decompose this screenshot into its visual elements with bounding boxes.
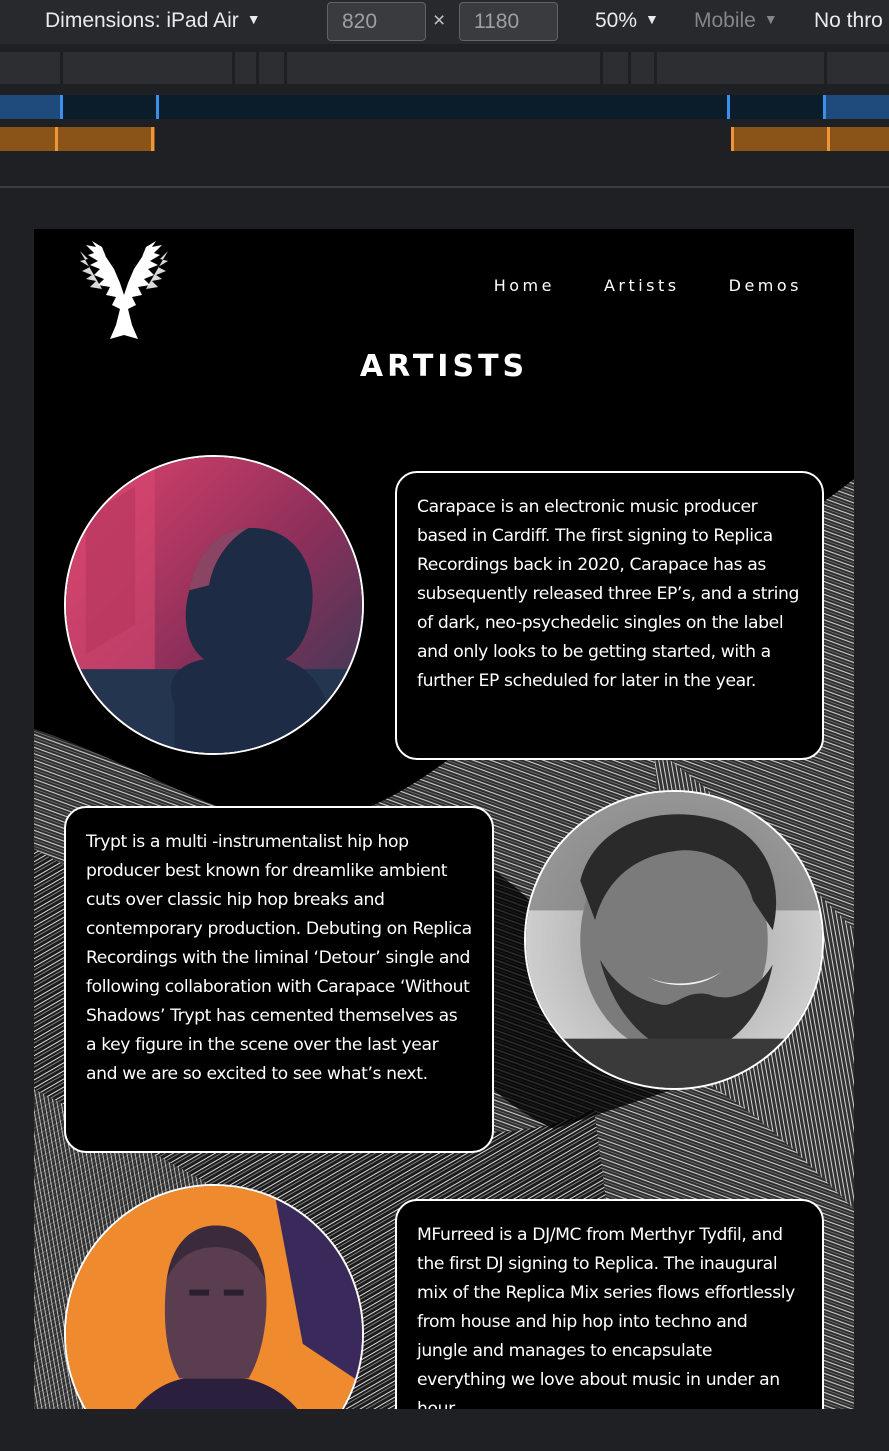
ruler-divider (600, 52, 603, 84)
toolbar-divider (0, 186, 889, 188)
media-query-bar-max-width[interactable] (0, 95, 889, 119)
media-query-bar-min-width[interactable] (0, 127, 889, 151)
device-viewport[interactable]: Home Artists Demos ARTISTS Carapace is a… (34, 229, 854, 1409)
ruler-divider (256, 52, 259, 84)
chevron-down-icon: ▼ (763, 11, 778, 27)
device-mode-dropdown[interactable]: Mobile ▼ (694, 9, 778, 33)
media-query-edge (60, 95, 63, 119)
page-title: ARTISTS (359, 349, 529, 384)
height-input[interactable]: 1180 (459, 2, 558, 41)
device-preset-ruler[interactable] (0, 52, 889, 84)
times-icon: × (433, 9, 446, 32)
site-logo[interactable] (76, 239, 172, 339)
throttle-dropdown[interactable]: No thro (814, 9, 883, 33)
media-query-edge (827, 127, 830, 151)
ruler-divider (232, 52, 235, 84)
media-query-edge (55, 127, 58, 151)
media-query-edge (731, 127, 734, 151)
artist-bio-trypt: Trypt is a multi -instrumentalist hip ho… (64, 806, 494, 1153)
artist-bio-mfurreed: MFurreed is a DJ/MC from Merthyr Tydfil,… (395, 1199, 824, 1409)
media-query-segment[interactable] (0, 95, 62, 119)
zoom-dropdown[interactable]: 50% ▼ (595, 9, 659, 33)
ruler-divider (824, 52, 827, 84)
chevron-down-icon: ▼ (246, 11, 261, 27)
media-query-segment[interactable] (0, 127, 155, 151)
dimensions-label: Dimensions: iPad Air (45, 9, 239, 32)
media-query-segment[interactable] (731, 127, 889, 151)
media-query-segment[interactable] (824, 95, 889, 119)
width-input[interactable]: 820 (327, 2, 426, 41)
nav-link-demos[interactable]: Demos (729, 276, 802, 295)
media-query-edge (823, 95, 826, 119)
ruler-divider (654, 52, 657, 84)
throttle-label: No thro (814, 9, 883, 32)
device-mode-label: Mobile (694, 9, 756, 32)
nav-link-home[interactable]: Home (494, 276, 555, 295)
media-query-edge (156, 95, 159, 119)
main-nav: Home Artists Demos (494, 276, 802, 295)
artist-bio-carapace: Carapace is an electronic music producer… (395, 471, 824, 760)
ruler-divider (284, 52, 287, 84)
media-query-edge (727, 95, 730, 119)
chevron-down-icon: ▼ (645, 11, 659, 27)
artist-photo-trypt (524, 790, 824, 1090)
media-query-edge (151, 127, 154, 151)
ruler-divider (628, 52, 631, 84)
device-toolbar: Dimensions: iPad Air ▼ 820 × 1180 50% ▼ Mo… (0, 0, 889, 44)
zoom-label: 50% (595, 9, 638, 32)
artist-photo-carapace (64, 455, 364, 755)
ruler-divider (60, 52, 63, 84)
nav-link-artists[interactable]: Artists (604, 276, 680, 295)
dimensions-dropdown[interactable]: Dimensions: iPad Air ▼ (45, 9, 261, 33)
